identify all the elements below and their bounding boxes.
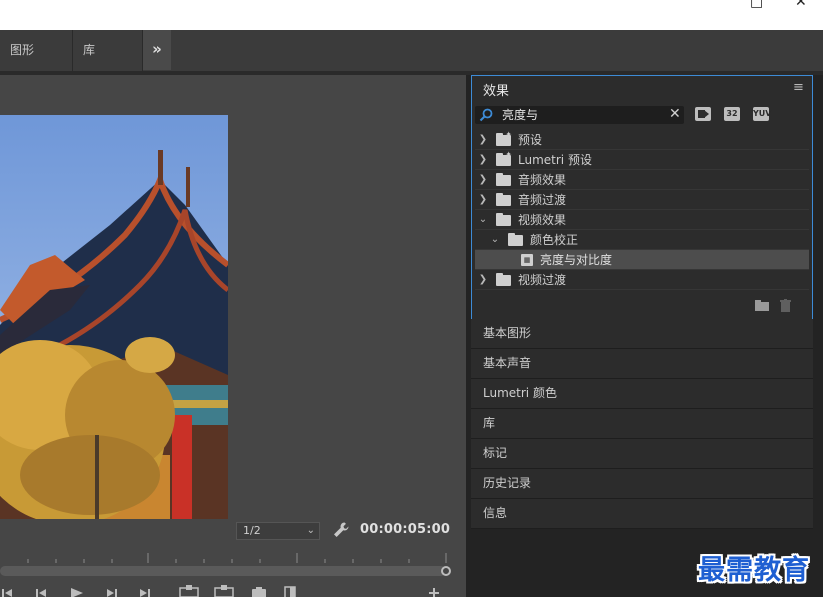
resolution-value: 1/2 [243,524,261,537]
chevron-right-icon[interactable]: ❯ [478,130,488,150]
panel-markers[interactable] [471,439,813,468]
search-value: 亮度与 [502,108,539,122]
trash-icon[interactable] [780,299,791,312]
effect-icon: ▦ [521,254,533,266]
playhead-handle[interactable] [441,566,451,576]
panel-label: Lumetri 颜色 [483,386,557,400]
tree-item-audio-transitions[interactable]: ❯ 音频过渡 [475,190,809,210]
folder-icon [508,233,523,246]
title-bar [0,0,823,30]
effects-panel-title[interactable]: 效果 [483,80,509,99]
frame-back-icon[interactable] [36,589,46,597]
step-forward-icon[interactable] [140,589,150,597]
folder-icon [496,193,511,206]
tree-item-label: 颜色校正 [530,233,579,247]
transport-controls [2,585,439,597]
camera-icon[interactable] [252,587,266,597]
video-frame [0,115,228,519]
chevron-right-icon[interactable]: ❯ [478,190,488,210]
tree-item-label: Lumetri 预设 [518,153,592,167]
resolution-select[interactable]: 1/2 ⌄ [236,522,320,540]
panel-label: 历史记录 [483,476,532,490]
chevron-right-icon[interactable]: ❯ [478,150,488,170]
close-icon[interactable]: ✕ [669,105,681,123]
tab-overflow-button[interactable]: » [143,30,171,70]
button-editor-icon[interactable] [284,586,296,597]
tree-item-label: 视频过渡 [518,273,567,287]
tree-item-label: 音频效果 [518,173,567,187]
tree-item-label: 预设 [518,133,543,147]
panel-info[interactable] [471,499,813,528]
chevron-right-icon[interactable]: ❯ [478,270,488,290]
hamburger-menu-icon[interactable]: ≡ [793,80,804,95]
watermark: 最需教育 [698,555,810,586]
workspace-tab-bar [0,30,823,71]
tree-item-label: 视频效果 [518,213,567,227]
tab-divider [72,30,73,71]
time-ruler[interactable] [0,551,450,565]
panel-label: 标记 [483,446,508,460]
folder-star-icon: ✦ [496,151,512,166]
tree-item-brightness-contrast[interactable]: ▦ 亮度与对比度 [475,250,809,270]
tab-graphics[interactable]: 图形 [10,30,34,71]
double-chevron-right-icon: » [152,40,162,58]
yuv-filter-icon[interactable]: YUV [753,107,771,121]
folder-icon [496,273,511,286]
step-back-icon[interactable] [2,589,12,597]
chevron-down-icon: ⌄ [306,525,315,536]
panel-libraries[interactable] [471,409,813,438]
tree-item-video-effects[interactable]: ⌄ 视频效果 [475,210,809,230]
close-icon[interactable]: ✕ [795,0,807,10]
insert-icon[interactable] [179,585,199,597]
panel-divider [471,528,813,529]
scrub-bar[interactable] [0,566,446,576]
play-icon[interactable] [71,588,83,597]
chevron-right-icon[interactable]: ❯ [478,170,488,190]
search-icon [479,108,493,122]
panel-label: 基本图形 [483,326,532,340]
tree-item-color-correction[interactable]: ⌄ 颜色校正 [475,230,809,250]
chevron-down-icon[interactable]: ⌄ [478,210,488,230]
tree-item-label: 音频过渡 [518,193,567,207]
panel-label: 基本声音 [483,356,532,370]
tree-item-lumetri-presets[interactable]: ❯ ✦ Lumetri 预设 [475,150,809,170]
tree-item-label: 亮度与对比度 [540,253,613,267]
wrench-icon[interactable] [332,521,350,539]
folder-icon [496,213,511,226]
32bit-filter-icon[interactable]: 32 [724,107,740,121]
folder-icon [496,173,511,186]
temple-image [0,115,228,519]
add-button-icon[interactable] [429,588,439,597]
folder-star-icon: ✦ [496,131,512,146]
panel-label: 信息 [483,506,508,520]
frame-forward-icon[interactable] [107,589,117,597]
tree-item-audio-effects[interactable]: ❯ 音频效果 [475,170,809,190]
minimize-icon[interactable]: □ [750,0,763,10]
chevron-down-icon[interactable]: ⌄ [490,230,500,250]
panel-label: 库 [483,416,496,430]
overwrite-icon[interactable] [214,585,234,597]
current-timecode[interactable]: 00:00:05:00 [360,522,450,537]
tree-item-presets[interactable]: ❯ ✦ 预设 [475,130,809,150]
accelerated-effects-filter-icon[interactable] [695,107,711,121]
tree-item-video-transitions[interactable]: ❯ 视频过渡 [475,270,809,290]
new-bin-icon[interactable] [755,300,769,311]
tab-libraries[interactable]: 库 [83,30,95,71]
